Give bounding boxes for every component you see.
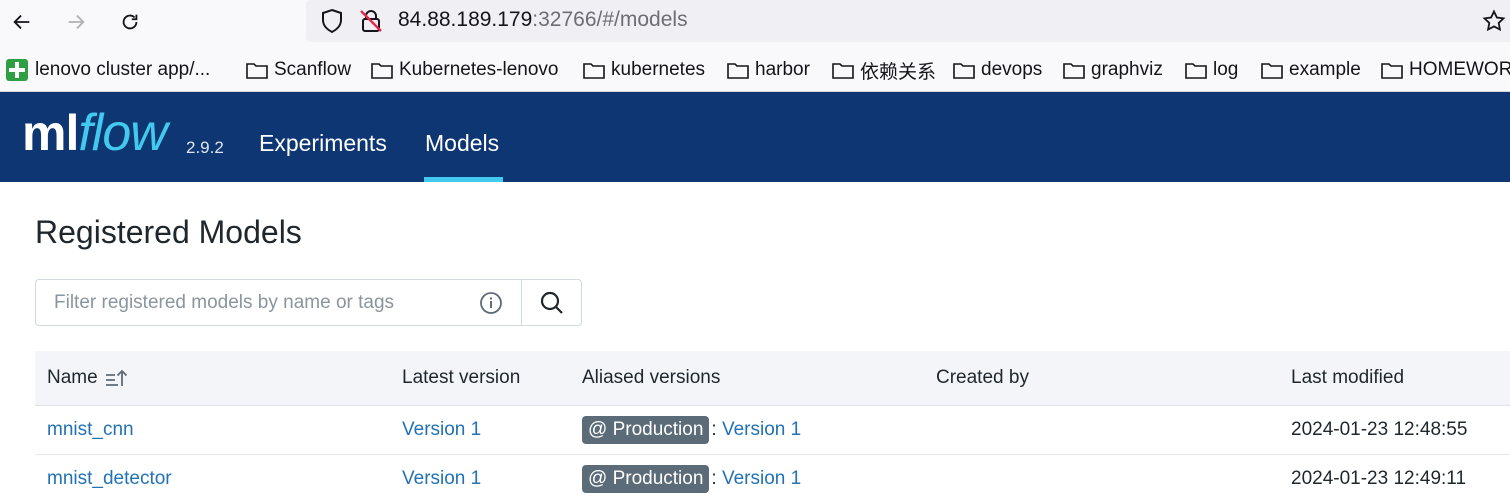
last-modified-cell: 2024-01-23 12:48:55 — [1291, 419, 1468, 440]
bookmark-folder-harbor[interactable]: harbor — [727, 58, 810, 82]
reload-button[interactable] — [113, 5, 147, 39]
forward-button[interactable] — [59, 5, 93, 39]
table-header: Name Latest version Aliased versions Cre… — [35, 351, 1510, 406]
alias-badge: @ Production — [582, 465, 710, 493]
column-header-created-by: Created by — [936, 367, 1029, 388]
back-button[interactable] — [5, 5, 39, 39]
reload-icon — [122, 14, 138, 30]
mlflow-header: ml flow 2.9.2 Experiments Models — [0, 92, 1510, 182]
version-label: 2.9.2 — [186, 138, 224, 157]
folder-icon — [246, 63, 268, 79]
address-bar[interactable]: 84.88.189.179:32766/#/models — [306, 0, 1510, 42]
url-text[interactable]: 84.88.189.179:32766/#/models — [398, 7, 688, 33]
model-name-link[interactable]: mnist_cnn — [47, 419, 134, 441]
logo-ml-text: ml — [22, 105, 79, 161]
bookmark-folder-dependencies[interactable]: 依赖关系 — [832, 58, 937, 83]
alias-separator: : — [711, 419, 717, 440]
registered-models-table: Name Latest version Aliased versions Cre… — [35, 351, 1510, 502]
table-row: mnist_cnn Version 1 @ Production: Versio… — [35, 406, 1510, 455]
aliased-versions-cell: @ Production: Version 1 — [582, 465, 801, 493]
bookmark-star-icon[interactable] — [1482, 9, 1506, 33]
search-button[interactable] — [521, 279, 582, 326]
nav-models[interactable]: Models — [425, 129, 499, 157]
alias-version-link[interactable]: Version 1 — [722, 468, 801, 490]
browser-toolbar: 84.88.189.179:32766/#/models — [0, 0, 1510, 44]
bookmark-label: example — [1289, 59, 1361, 80]
bookmark-label: Kubernetes-lenovo — [399, 59, 559, 80]
url-path: :32766/#/models — [532, 8, 688, 31]
folder-icon — [1381, 63, 1403, 79]
bookmark-label: graphviz — [1091, 59, 1163, 80]
folder-icon — [727, 63, 749, 79]
last-modified-cell: 2024-01-23 12:49:11 — [1291, 468, 1467, 489]
search-input[interactable] — [36, 280, 476, 325]
latest-version-link[interactable]: Version 1 — [402, 419, 481, 441]
bookmark-folder-kubernetes[interactable]: kubernetes — [583, 58, 705, 82]
bookmark-label: Scanflow — [274, 59, 352, 80]
bookmark-folder-devops[interactable]: devops — [953, 58, 1042, 82]
column-header-last-modified: Last modified — [1291, 367, 1405, 388]
folder-icon — [583, 63, 605, 79]
shield-icon[interactable] — [320, 8, 344, 34]
column-header-name[interactable]: Name — [47, 367, 128, 389]
alias-separator: : — [711, 468, 717, 489]
info-icon[interactable] — [479, 291, 503, 315]
bookmark-folder-log[interactable]: log — [1185, 58, 1238, 82]
nav-experiments[interactable]: Experiments — [259, 129, 387, 157]
bookmark-label: harbor — [755, 59, 810, 80]
bookmark-label: kubernetes — [611, 59, 706, 80]
model-name-link[interactable]: mnist_detector — [47, 468, 172, 490]
arrow-left-icon — [13, 14, 30, 30]
bookmark-folder-homework[interactable]: HOMEWOR — [1381, 58, 1510, 82]
bookmark-folder-kubernetes-lenovo[interactable]: Kubernetes-lenovo — [371, 58, 559, 82]
arrow-right-icon — [68, 14, 85, 30]
page-title: Registered Models — [35, 214, 302, 250]
alias-version-link[interactable]: Version 1 — [722, 419, 801, 441]
alias-badge: @ Production — [582, 416, 710, 444]
column-label: Name — [47, 367, 98, 388]
bookmarks-bar: lenovo cluster app/... Scanflow Kubernet… — [0, 44, 1510, 92]
folder-icon — [371, 63, 393, 79]
aliased-versions-cell: @ Production: Version 1 — [582, 416, 801, 444]
nav-active-indicator — [424, 177, 503, 182]
latest-version-link[interactable]: Version 1 — [402, 468, 481, 490]
bookmark-lenovo-cluster-app[interactable]: lenovo cluster app/... — [6, 58, 210, 82]
folder-icon — [1063, 63, 1085, 79]
folder-icon — [953, 63, 975, 79]
folder-icon — [1185, 63, 1207, 79]
sort-ascending-icon[interactable] — [104, 367, 128, 389]
bookmark-label: HOMEWOR — [1409, 59, 1510, 80]
bookmark-folder-scanflow[interactable]: Scanflow — [246, 58, 351, 82]
search-box — [35, 279, 522, 326]
insecure-lock-icon[interactable] — [358, 8, 384, 34]
folder-icon — [1261, 63, 1283, 79]
mlflow-logo[interactable]: ml flow — [22, 102, 168, 164]
bookmark-folder-example[interactable]: example — [1261, 58, 1361, 82]
bookmark-label: lenovo cluster app/... — [35, 59, 211, 80]
bookmark-label: devops — [981, 59, 1043, 80]
column-header-aliased-versions: Aliased versions — [582, 367, 721, 388]
url-host: 84.88.189.179 — [398, 8, 533, 31]
logo-flow-text: flow — [78, 104, 167, 162]
column-header-latest-version: Latest version — [402, 367, 521, 388]
green-plus-app-icon — [6, 59, 28, 81]
folder-icon — [832, 63, 854, 79]
bookmark-label: 依赖关系 — [860, 61, 937, 83]
bookmark-label: log — [1213, 59, 1239, 80]
search-icon — [540, 291, 563, 314]
bookmark-folder-graphviz[interactable]: graphviz — [1063, 58, 1163, 82]
table-row: mnist_detector Version 1 @ Production: V… — [35, 455, 1510, 502]
